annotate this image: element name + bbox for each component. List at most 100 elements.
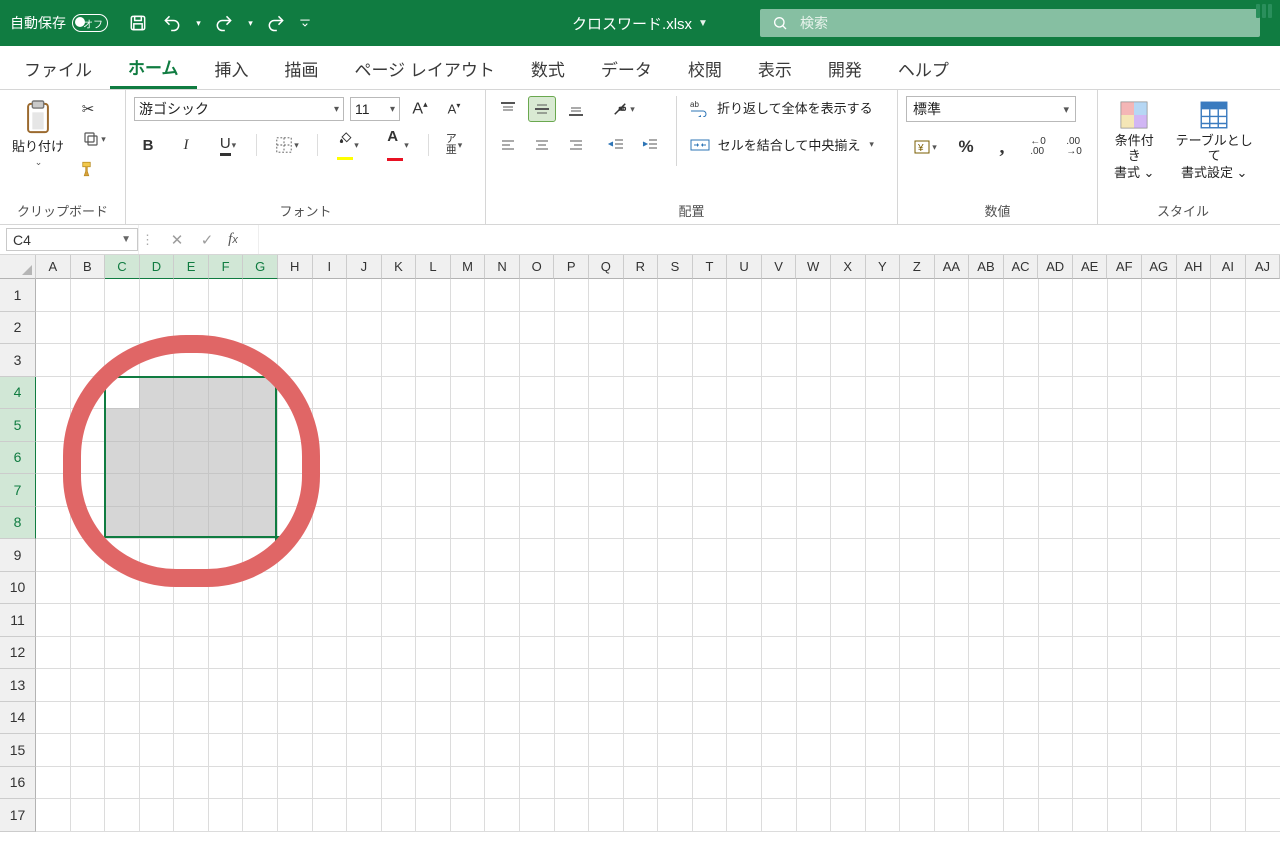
cell[interactable]: [1073, 702, 1108, 735]
cell[interactable]: [969, 409, 1004, 442]
row-header[interactable]: 2: [0, 312, 36, 345]
cell[interactable]: [36, 507, 71, 540]
cell[interactable]: [624, 604, 659, 637]
cell[interactable]: [693, 572, 728, 605]
cell[interactable]: [1108, 409, 1143, 442]
cell[interactable]: [174, 799, 209, 832]
cell[interactable]: [866, 734, 901, 767]
cell[interactable]: [1073, 734, 1108, 767]
tab-draw[interactable]: 描画: [267, 46, 337, 89]
cell[interactable]: [727, 344, 762, 377]
cell[interactable]: [485, 507, 520, 540]
cell[interactable]: [1108, 572, 1143, 605]
cell[interactable]: [1211, 377, 1246, 410]
cell[interactable]: [36, 702, 71, 735]
cell[interactable]: [624, 507, 659, 540]
row-header[interactable]: 10: [0, 572, 36, 605]
column-header[interactable]: AH: [1177, 255, 1212, 279]
cell[interactable]: [1246, 442, 1280, 475]
cell[interactable]: [382, 409, 417, 442]
cell[interactable]: [382, 702, 417, 735]
cell[interactable]: [1004, 604, 1039, 637]
column-headers[interactable]: ABCDEFGHIJKLMNOPQRSTUVWXYZAAABACADAEAFAG…: [36, 255, 1280, 279]
undo-dropdown[interactable]: ▾: [190, 8, 206, 38]
cell[interactable]: [658, 572, 693, 605]
cell[interactable]: [278, 377, 313, 410]
cell[interactable]: [1108, 377, 1143, 410]
cell[interactable]: [969, 734, 1004, 767]
column-header[interactable]: J: [347, 255, 382, 279]
cell[interactable]: [658, 474, 693, 507]
cell[interactable]: [140, 799, 175, 832]
cell[interactable]: [624, 279, 659, 312]
cell[interactable]: [1142, 279, 1177, 312]
cell[interactable]: [313, 637, 348, 670]
cell[interactable]: [1246, 604, 1280, 637]
cell[interactable]: [1142, 474, 1177, 507]
number-format-combo[interactable]: 標準▾: [906, 96, 1076, 122]
cell[interactable]: [1073, 474, 1108, 507]
cell[interactable]: [105, 702, 140, 735]
cell[interactable]: [174, 312, 209, 345]
cell[interactable]: [1039, 799, 1074, 832]
row-header[interactable]: 8: [0, 507, 36, 540]
align-top-button[interactable]: [494, 96, 522, 122]
cell[interactable]: [1177, 669, 1212, 702]
cell[interactable]: [624, 442, 659, 475]
accounting-format-button[interactable]: ¥▾: [906, 134, 944, 160]
cell[interactable]: [313, 377, 348, 410]
cell[interactable]: [347, 734, 382, 767]
column-header[interactable]: AA: [935, 255, 970, 279]
cell[interactable]: [797, 377, 832, 410]
cell[interactable]: [1004, 734, 1039, 767]
column-header[interactable]: W: [796, 255, 831, 279]
column-header[interactable]: K: [382, 255, 417, 279]
decrease-font-button[interactable]: A▾: [440, 96, 468, 122]
orientation-button[interactable]: ab ▾: [602, 96, 644, 122]
cell[interactable]: [382, 474, 417, 507]
cell[interactable]: [71, 344, 106, 377]
cell[interactable]: [589, 474, 624, 507]
cell[interactable]: [935, 279, 970, 312]
cell[interactable]: [174, 734, 209, 767]
cell[interactable]: [866, 312, 901, 345]
cell[interactable]: [866, 279, 901, 312]
cell[interactable]: [900, 734, 935, 767]
row-headers[interactable]: 1234567891011121314151617: [0, 279, 36, 832]
tab-data[interactable]: データ: [583, 46, 670, 89]
cell[interactable]: [1177, 312, 1212, 345]
cell[interactable]: [900, 344, 935, 377]
cell[interactable]: [935, 669, 970, 702]
cell[interactable]: [693, 409, 728, 442]
cell[interactable]: [382, 442, 417, 475]
cell[interactable]: [1039, 344, 1074, 377]
cell[interactable]: [831, 637, 866, 670]
cell[interactable]: [347, 377, 382, 410]
row-header[interactable]: 6: [0, 442, 36, 475]
cell[interactable]: [485, 702, 520, 735]
cell[interactable]: [900, 442, 935, 475]
cell[interactable]: [1073, 637, 1108, 670]
cell[interactable]: [1073, 669, 1108, 702]
cell[interactable]: [520, 767, 555, 800]
cell[interactable]: [900, 507, 935, 540]
cell[interactable]: [520, 572, 555, 605]
column-header[interactable]: S: [658, 255, 693, 279]
cell[interactable]: [520, 669, 555, 702]
cell[interactable]: [1039, 279, 1074, 312]
cell[interactable]: [485, 637, 520, 670]
cell[interactable]: [762, 344, 797, 377]
cell[interactable]: [658, 442, 693, 475]
cell[interactable]: [416, 572, 451, 605]
select-all-corner[interactable]: [0, 255, 36, 279]
cell[interactable]: [36, 474, 71, 507]
cell[interactable]: [243, 734, 278, 767]
cell[interactable]: [209, 767, 244, 800]
row-header[interactable]: 3: [0, 344, 36, 377]
cell[interactable]: [900, 637, 935, 670]
cell[interactable]: [485, 409, 520, 442]
cell[interactable]: [1177, 767, 1212, 800]
cell[interactable]: [555, 377, 590, 410]
row-header[interactable]: 5: [0, 409, 36, 442]
cell[interactable]: [36, 669, 71, 702]
